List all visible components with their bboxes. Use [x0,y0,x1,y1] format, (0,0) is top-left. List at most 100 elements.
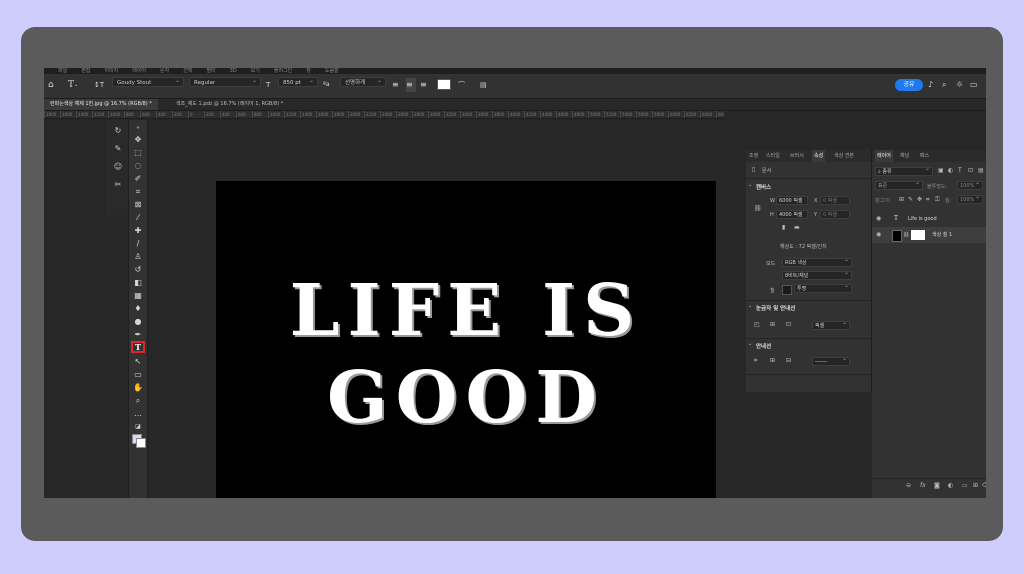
character-panel-icon[interactable]: ▤ [480,78,492,92]
tab-swatches[interactable]: 색상 견본 [834,150,854,162]
grid-toggle-icon[interactable]: ⊞ [770,321,775,328]
lock-artboard-icon[interactable]: ⌗ [926,196,929,204]
hand-tool-icon[interactable]: ✋ [131,382,145,394]
history-icon[interactable]: ↻ [111,124,125,138]
background-color-swatch[interactable] [136,438,146,448]
brush-tool-icon[interactable]: / [131,238,145,250]
tab-properties[interactable]: 속성 [812,150,826,162]
history-brush-tool-icon[interactable]: ↺ [131,264,145,276]
eraser-tool-icon[interactable]: ◧ [131,277,145,289]
width-field[interactable]: 6000 픽셀 [776,196,808,205]
tab-paths[interactable]: 패스 [920,150,929,162]
landscape-icon[interactable]: ▬ [794,224,800,231]
rectangle-tool-icon[interactable]: ▭ [131,369,145,381]
tab-adjustments[interactable]: 조정 [749,150,758,162]
type-tool-icon[interactable]: T [131,341,145,353]
tools-collapse-icon[interactable]: » [131,122,145,134]
tab-styles[interactable]: 스타일 [766,150,780,162]
document-canvas[interactable]: LIFE IS GOOD [216,181,716,498]
align-left-icon[interactable]: ≡ [392,78,402,92]
chevron-down-icon[interactable]: ⌄ [748,303,752,309]
fill-select[interactable]: 투명 [794,282,852,293]
chevron-down-icon[interactable]: ⌄ [748,341,752,347]
bell-icon[interactable]: ♪ [928,78,938,92]
quick-select-tool-icon[interactable]: ✐ [131,173,145,185]
font-size-select[interactable]: 850 pt [278,76,318,87]
people-icon[interactable]: ☺ [111,160,125,174]
filter-smart-icon[interactable]: ▤ [978,167,984,174]
workspace-icon[interactable]: ▭ [970,78,980,92]
align-right-icon[interactable]: ≡ [420,78,430,92]
font-family-select[interactable]: Goudy Stout [112,76,184,87]
x-field[interactable]: 0 픽셀 [820,196,850,205]
move-tool-icon[interactable]: ✥ [131,134,145,146]
blend-mode-select[interactable]: 표준 [875,179,923,190]
align-center-icon[interactable]: ≡ [406,78,416,92]
home-icon[interactable]: ⌂ [48,78,60,92]
fill-opacity-field[interactable]: 100% [957,193,983,204]
delete-layer-icon[interactable]: ⌫ [982,482,986,489]
new-group-icon[interactable]: ▭ [962,482,968,489]
share-button[interactable]: 공유 [895,79,923,91]
frame-tool-icon[interactable]: ⊠ [131,199,145,211]
clone-source-icon[interactable]: ✂ [111,178,125,192]
lock-image-icon[interactable]: ✎ [908,196,913,203]
path-select-tool-icon[interactable]: ↖ [131,356,145,368]
tab-channels[interactable]: 채널 [900,150,909,162]
discover-icon[interactable]: ☼ [956,78,966,92]
zoom-tool-icon[interactable]: ⌕ [131,395,145,407]
ruler-units-select[interactable]: 픽셀 [812,319,850,330]
text-color-swatch[interactable] [437,79,451,90]
warp-text-icon[interactable]: ⌒ [458,78,470,92]
blur-tool-icon[interactable]: ♦ [131,303,145,315]
layer-style-icon[interactable]: fx [920,482,926,489]
portrait-icon[interactable]: ▮ [782,224,785,231]
canvas-text-line-2[interactable]: GOOD [216,362,716,433]
brush-settings-icon[interactable]: ✎ [111,142,125,156]
link-icon[interactable]: ⛓ [754,205,762,212]
orientation-toggle-icon[interactable]: ↕T [94,78,106,92]
font-style-select[interactable]: Regular [189,76,261,87]
pen-tool-icon[interactable]: ✒ [131,329,145,341]
layer-row[interactable]: ◉ T Life is good [872,211,986,227]
eye-icon[interactable]: ◉ [876,227,881,243]
tab-brushes[interactable]: 브러시 [790,150,804,162]
guide-style-select[interactable]: ──── [812,355,850,366]
fill-color-swatch[interactable] [782,285,792,295]
filter-adjust-icon[interactable]: ◐ [948,167,953,174]
filter-shape-icon[interactable]: ⊡ [968,167,973,174]
bit-depth-select[interactable]: 8비트/채널 [782,269,852,280]
eyedropper-tool-icon[interactable]: ⁄ [131,212,145,224]
lasso-tool-icon[interactable]: ◌ [131,160,145,172]
lock-all-icon[interactable]: ⚿ [935,196,940,204]
guide-layout-icon[interactable]: ⌗ [754,357,757,365]
marquee-tool-icon[interactable]: ⬚ [131,147,145,159]
tab-layers[interactable]: 레이어 [875,150,893,162]
antialias-select[interactable]: 선명하게 [340,76,386,87]
default-colors-icon[interactable]: ◪ [131,421,145,433]
y-field[interactable]: 0 픽셀 [820,210,850,219]
guides-toggle-icon[interactable]: ⊡ [786,321,791,328]
search-icon[interactable]: ⌕ [942,78,952,92]
lock-position-icon[interactable]: ✥ [917,196,922,203]
layer-row[interactable]: ◉ ⛓ 색상 칠 1 [872,227,986,243]
dodge-tool-icon[interactable]: ● [131,316,145,328]
mode-select[interactable]: RGB 색상 [782,256,852,267]
crop-tool-icon[interactable]: ⌗ [131,186,145,198]
clone-stamp-tool-icon[interactable]: ♙ [131,251,145,263]
tab-document-1[interactable]: 런파는색상 예제 1번.jpg @ 16.7% (RGB/8) * [44,99,158,110]
chevron-down-icon[interactable]: ⌄ [748,182,752,188]
link-layers-icon[interactable]: ⊖ [906,482,911,489]
filter-type-icon[interactable]: T [958,167,962,174]
healing-brush-tool-icon[interactable]: ✚ [131,225,145,237]
lock-transparent-icon[interactable]: ⊞ [899,196,904,203]
new-layer-icon[interactable]: ⊞ [973,482,978,489]
height-field[interactable]: 4000 픽셀 [776,210,808,219]
gradient-tool-icon[interactable]: ▦ [131,290,145,302]
add-mask-icon[interactable]: ◙ [934,482,940,489]
adjustment-layer-icon[interactable]: ◐ [948,482,953,489]
canvas-text-line-1[interactable]: LIFE IS [216,275,716,346]
type-tool-preset-icon[interactable]: T ⌄ [68,78,82,92]
ruler-toggle-icon[interactable]: ◰ [754,321,760,328]
tab-document-2[interactable]: 색조_채도 1.psb @ 16.7% (레이어 1, RGB/8) * [170,99,289,110]
